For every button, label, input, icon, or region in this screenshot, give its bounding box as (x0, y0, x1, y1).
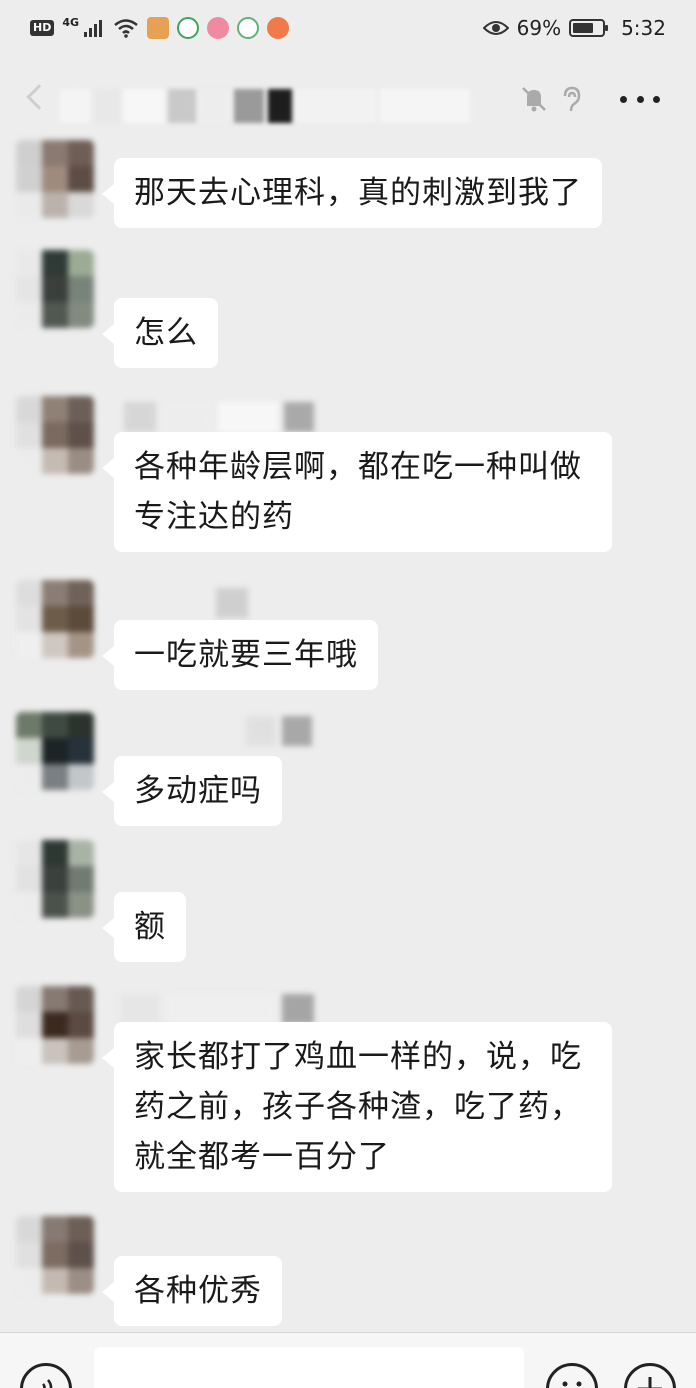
avatar[interactable] (16, 840, 94, 918)
status-right: 69% 5:32 (482, 16, 666, 40)
emoji-icon (562, 1381, 582, 1387)
chat-title-redacted (60, 88, 500, 124)
input-bar (0, 1332, 696, 1388)
avatar[interactable] (16, 1216, 94, 1294)
more-icon[interactable] (620, 96, 660, 106)
message-input[interactable] (94, 1347, 524, 1388)
signal-icon (84, 20, 103, 37)
wifi-icon (114, 19, 138, 38)
message-bubble[interactable]: 各种年龄层啊，都在吃一种叫做专注达的药 (102, 432, 612, 552)
message-bubble[interactable]: 怎么 (102, 298, 218, 368)
battery-percent: 69% (516, 16, 562, 40)
avatar[interactable] (16, 250, 94, 328)
message-bubble[interactable]: 各种优秀 (102, 1256, 282, 1326)
app-notification-icon (147, 17, 170, 39)
mute-icon (522, 87, 546, 112)
network-badge: 4G (62, 15, 80, 29)
avatar[interactable] (16, 580, 94, 658)
ear-icon (563, 86, 581, 112)
avatar[interactable] (16, 140, 94, 218)
app-notification-icon (177, 17, 200, 39)
app-notification-icon (237, 17, 260, 39)
battery-icon (569, 19, 609, 37)
app-notification-icon (207, 17, 230, 39)
sender-name-redacted (124, 402, 314, 432)
back-icon[interactable] (26, 84, 52, 110)
status-bar: HD 4G 69% 5:32 (0, 0, 696, 56)
avatar[interactable] (16, 986, 94, 1064)
hd-badge: HD (30, 20, 55, 36)
message-bubble[interactable]: 家长都打了鸡血一样的，说，吃药之前，孩子各种渣，吃了药，就全都考一百分了 (102, 1022, 612, 1192)
message-bubble[interactable]: 一吃就要三年哦 (102, 620, 378, 690)
sender-name-redacted (216, 588, 248, 618)
voice-icon (42, 1379, 53, 1388)
message-bubble[interactable]: 额 (102, 892, 186, 962)
status-left: HD 4G (30, 15, 290, 39)
eye-icon (482, 21, 509, 35)
chat-header (0, 56, 696, 142)
clock-time: 5:32 (621, 16, 666, 40)
message-bubble[interactable]: 那天去心理科，真的刺激到我了 (102, 158, 602, 228)
avatar[interactable] (16, 712, 94, 790)
emoji-button[interactable] (546, 1363, 598, 1388)
sender-name-redacted (246, 716, 312, 746)
plus-button[interactable] (624, 1363, 676, 1388)
message-bubble[interactable]: 多动症吗 (102, 756, 282, 826)
app-notification-icon (267, 17, 290, 39)
voice-button[interactable] (20, 1363, 72, 1388)
sender-name-redacted (120, 994, 314, 1024)
avatar[interactable] (16, 396, 94, 474)
